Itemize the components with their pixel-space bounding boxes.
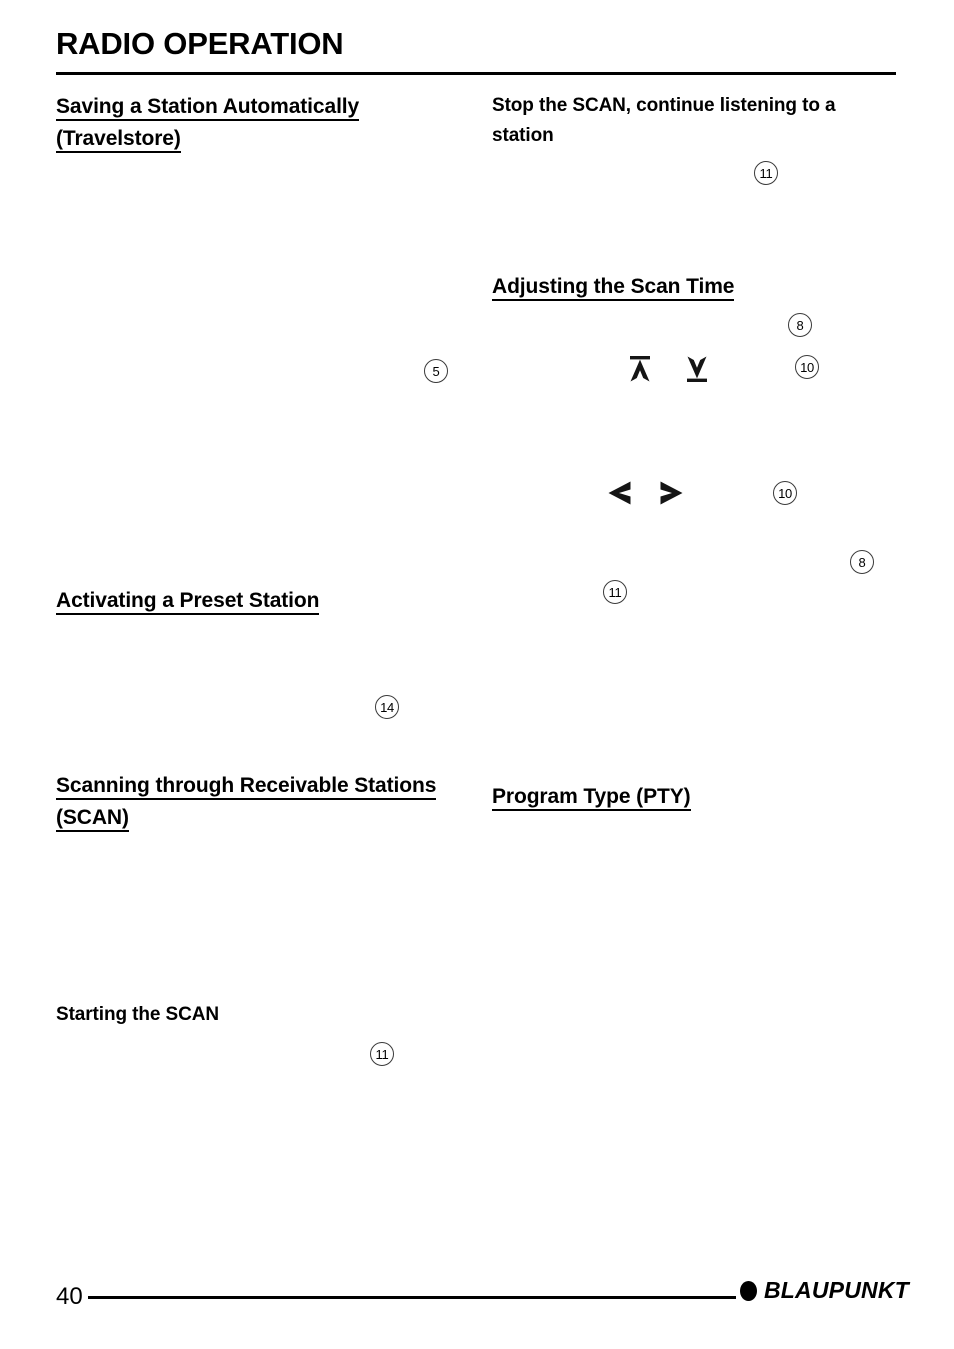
callout-badge-5: 5: [424, 359, 448, 383]
heading-scanning-receivable-stations: Scanning through Receivable Stations (SC…: [56, 770, 448, 834]
heading-saving-station-automatically: Saving a Station Automatically (Travelst…: [56, 91, 448, 155]
arrow-down-bar-icon: [685, 356, 709, 382]
document-page: RADIO OPERATION Saving a Station Automat…: [0, 0, 954, 1349]
heading-program-type-pty: Program Type (PTY): [492, 781, 691, 813]
header-divider: [56, 72, 896, 75]
callout-badge-8-right-top: 8: [788, 313, 812, 337]
page-title: RADIO OPERATION: [56, 26, 344, 61]
arrow-up-bar-icon: [628, 356, 652, 382]
heading-text: Program Type (PTY): [492, 785, 691, 811]
brand-dot-icon: [740, 1280, 757, 1301]
left-column: Saving a Station Automatically (Travelst…: [56, 88, 456, 1248]
callout-badge-11-right-mid: 11: [603, 580, 627, 604]
subheading-stop-the-scan: Stop the SCAN, continue listening to a s…: [492, 91, 888, 151]
badge-number: 14: [380, 699, 394, 715]
badge-number: 11: [375, 1046, 389, 1062]
arrow-right-icon: [658, 480, 684, 506]
heading-text: Adjusting the Scan Time: [492, 275, 734, 301]
page-footer: 40 BLAUPUNKT: [0, 1279, 954, 1323]
heading-text: Activating a Preset Station: [56, 589, 319, 615]
heading-text: Saving a Station Automatically (Travelst…: [56, 95, 359, 153]
brand-name: BLAUPUNKT: [764, 1277, 909, 1303]
heading-text: Scanning through Receivable Stations (SC…: [56, 774, 436, 832]
badge-number: 8: [796, 317, 804, 333]
badge-number: 10: [778, 485, 792, 501]
badge-number: 11: [759, 165, 773, 181]
callout-badge-11-left: 11: [370, 1042, 394, 1066]
callout-badge-8-right-mid: 8: [850, 550, 874, 574]
badge-number: 11: [608, 584, 622, 600]
page-number: 40: [56, 1283, 83, 1310]
heading-adjusting-scan-time: Adjusting the Scan Time: [492, 271, 734, 303]
callout-badge-10-right-mid: 10: [773, 481, 797, 505]
callout-badge-10-right-top: 10: [795, 355, 819, 379]
brand-logo: BLAUPUNKT: [740, 1279, 909, 1302]
subheading-text: Stop the SCAN, continue listening to a s…: [492, 95, 836, 146]
badge-number: 8: [858, 554, 866, 570]
subheading-starting-the-scan: Starting the SCAN: [56, 1001, 219, 1029]
heading-activating-preset-station: Activating a Preset Station: [56, 585, 319, 617]
callout-badge-11-right-top: 11: [754, 161, 778, 185]
callout-badge-14: 14: [375, 695, 399, 719]
badge-number: 10: [800, 359, 814, 375]
badge-number: 5: [432, 363, 440, 379]
footer-divider: [88, 1296, 736, 1299]
subheading-text: Starting the SCAN: [56, 1004, 219, 1025]
arrow-left-icon: [607, 480, 633, 506]
right-column: Stop the SCAN, continue listening to a s…: [492, 88, 896, 1248]
